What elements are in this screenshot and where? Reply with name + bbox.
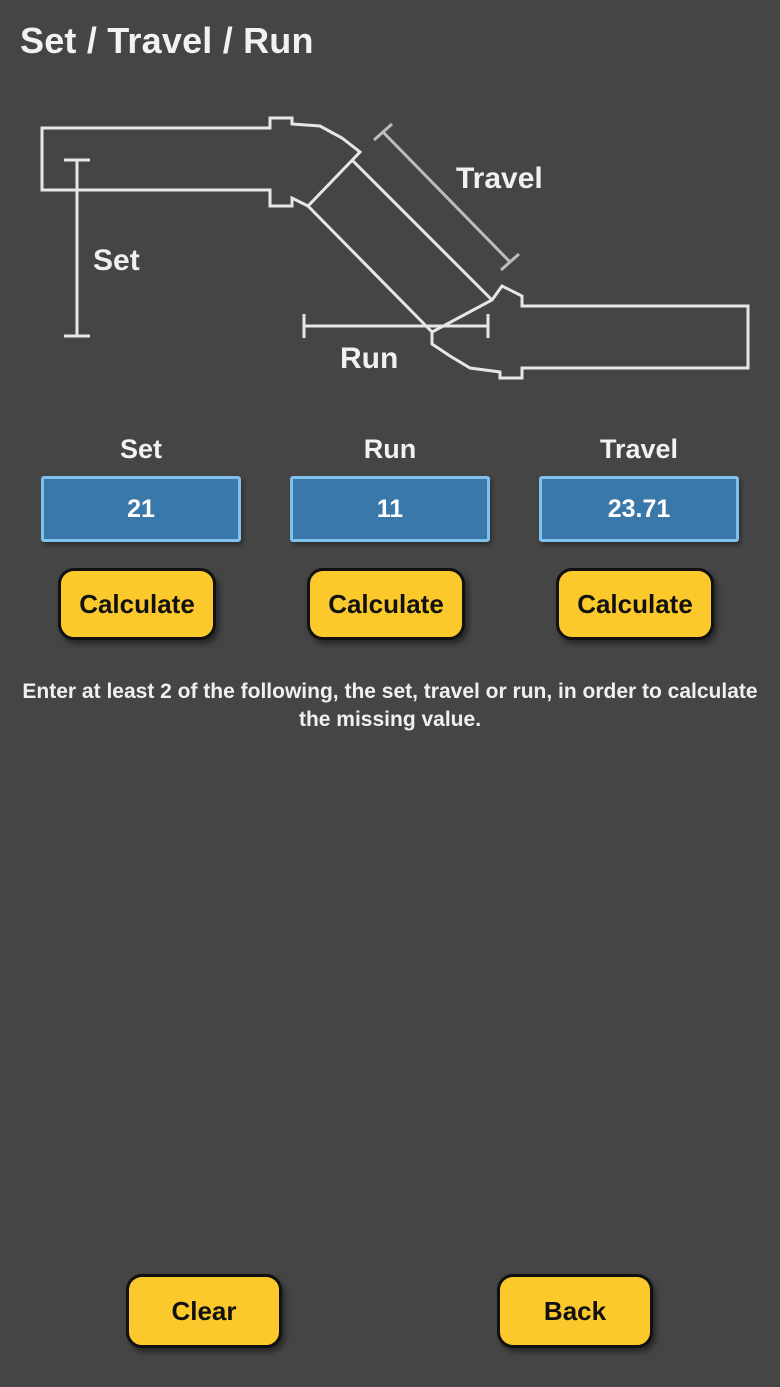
page-title: Set / Travel / Run bbox=[20, 20, 314, 61]
clear-button[interactable]: Clear bbox=[126, 1274, 282, 1348]
set-label: Set bbox=[119, 434, 163, 464]
diagram-travel-label: Travel bbox=[456, 162, 543, 195]
travel-input[interactable]: 23.71 bbox=[539, 476, 739, 542]
set-input[interactable]: 21 bbox=[41, 476, 241, 542]
instruction-text: Enter at least 2 of the following, the s… bbox=[22, 680, 758, 731]
calculate-set-button[interactable]: Calculate bbox=[58, 568, 216, 640]
calculate-run-button[interactable]: Calculate bbox=[307, 568, 465, 640]
travel-column: Travel 23.71 Calculate bbox=[536, 434, 742, 640]
run-label: Run bbox=[363, 434, 417, 464]
calculate-travel-button[interactable]: Calculate bbox=[556, 568, 714, 640]
set-dimension-line bbox=[64, 158, 90, 338]
set-column: Set 21 Calculate bbox=[38, 434, 244, 640]
travel-label: Travel bbox=[599, 434, 679, 464]
travel-dimension-line bbox=[373, 122, 520, 272]
pipe-offset-diagram: Set Travel Run bbox=[40, 116, 750, 380]
run-input[interactable]: 11 bbox=[290, 476, 490, 542]
diagram-run-label: Run bbox=[340, 342, 398, 375]
back-button[interactable]: Back bbox=[497, 1274, 653, 1348]
run-column: Run 11 Calculate bbox=[287, 434, 493, 640]
diagram-set-label: Set bbox=[93, 244, 140, 277]
